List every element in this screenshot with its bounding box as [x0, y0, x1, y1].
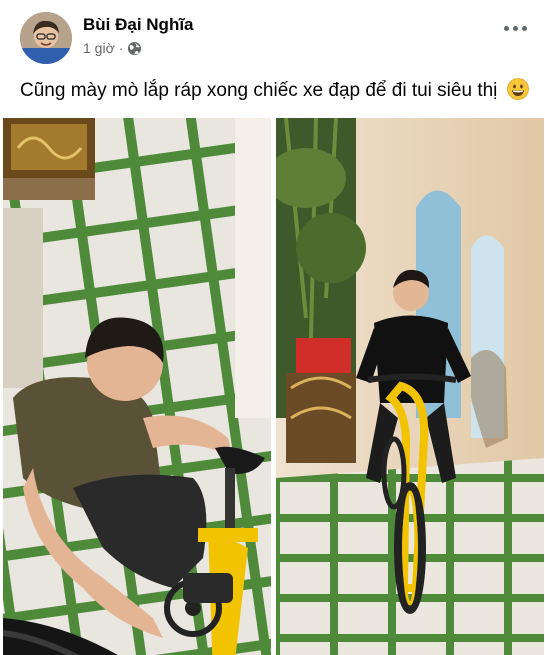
meta-separator: ·: [118, 40, 124, 56]
grinning-face-emoji-icon: [506, 78, 529, 100]
more-options-icon[interactable]: [501, 16, 529, 40]
facebook-post: Bùi Đại Nghĩa 1 giờ · Cũng mày mò lắp rá…: [0, 0, 545, 655]
photo-man-assembling-bicycle[interactable]: [3, 118, 271, 655]
globe-icon[interactable]: [127, 41, 142, 56]
author-name[interactable]: Bùi Đại Nghĩa: [83, 15, 194, 35]
post-meta: 1 giờ ·: [83, 40, 142, 56]
post-timestamp[interactable]: 1 giờ: [83, 40, 115, 56]
caption-text: Cũng mày mò lắp ráp xong chiếc xe đạp để…: [20, 80, 498, 101]
author-avatar[interactable]: [20, 12, 72, 64]
photo-man-riding-yellow-bicycle[interactable]: [276, 118, 544, 655]
post-caption: Cũng mày mò lắp ráp xong chiếc xe đạp để…: [20, 78, 530, 104]
